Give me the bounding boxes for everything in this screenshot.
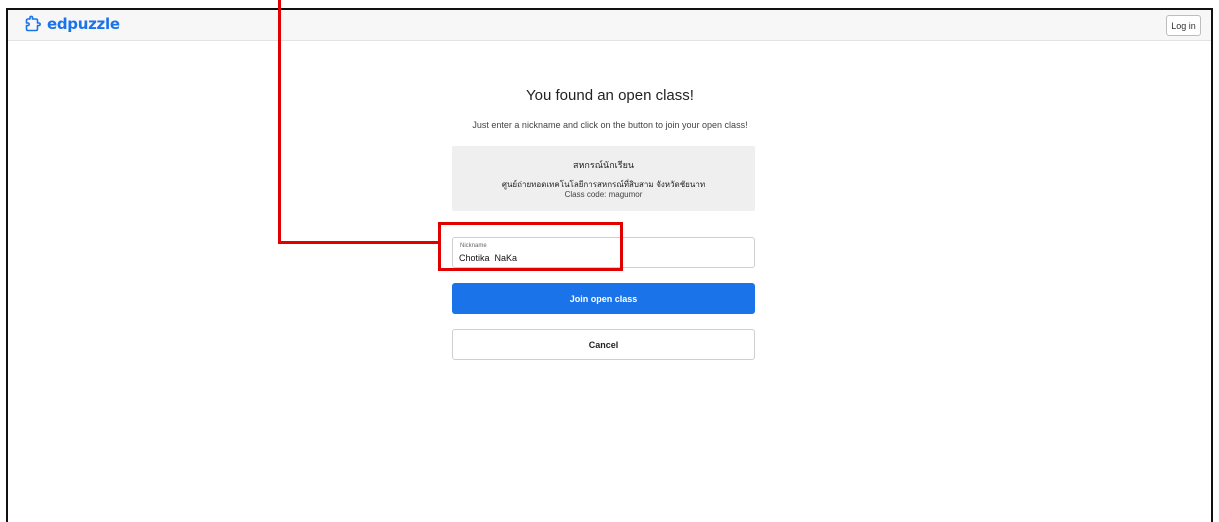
annotation-leader-line-vertical xyxy=(278,0,281,244)
login-button[interactable]: Log in xyxy=(1166,15,1201,36)
class-code: Class code: magumor xyxy=(564,190,643,199)
class-info-card: สหกรณ์นักเรียน ศูนย์ถ่ายทอดเทคโนโลยีการส… xyxy=(452,146,755,211)
cancel-button[interactable]: Cancel xyxy=(452,329,755,360)
class-name: สหกรณ์นักเรียน xyxy=(573,161,634,171)
top-navbar: edpuzzle Log in xyxy=(8,10,1211,41)
nickname-input[interactable] xyxy=(459,252,739,264)
page-title: You found an open class! xyxy=(526,87,694,104)
annotation-leader-line-horizontal xyxy=(278,241,440,244)
join-open-class-button[interactable]: Join open class xyxy=(452,283,755,314)
brand-logo[interactable]: edpuzzle xyxy=(24,15,120,33)
brand-name: edpuzzle xyxy=(47,15,120,33)
page-subtitle: Just enter a nickname and click on the b… xyxy=(472,120,748,130)
puzzle-piece-icon xyxy=(24,15,42,33)
nickname-field[interactable]: Nickname xyxy=(452,237,755,268)
nickname-label: Nickname xyxy=(460,243,487,249)
